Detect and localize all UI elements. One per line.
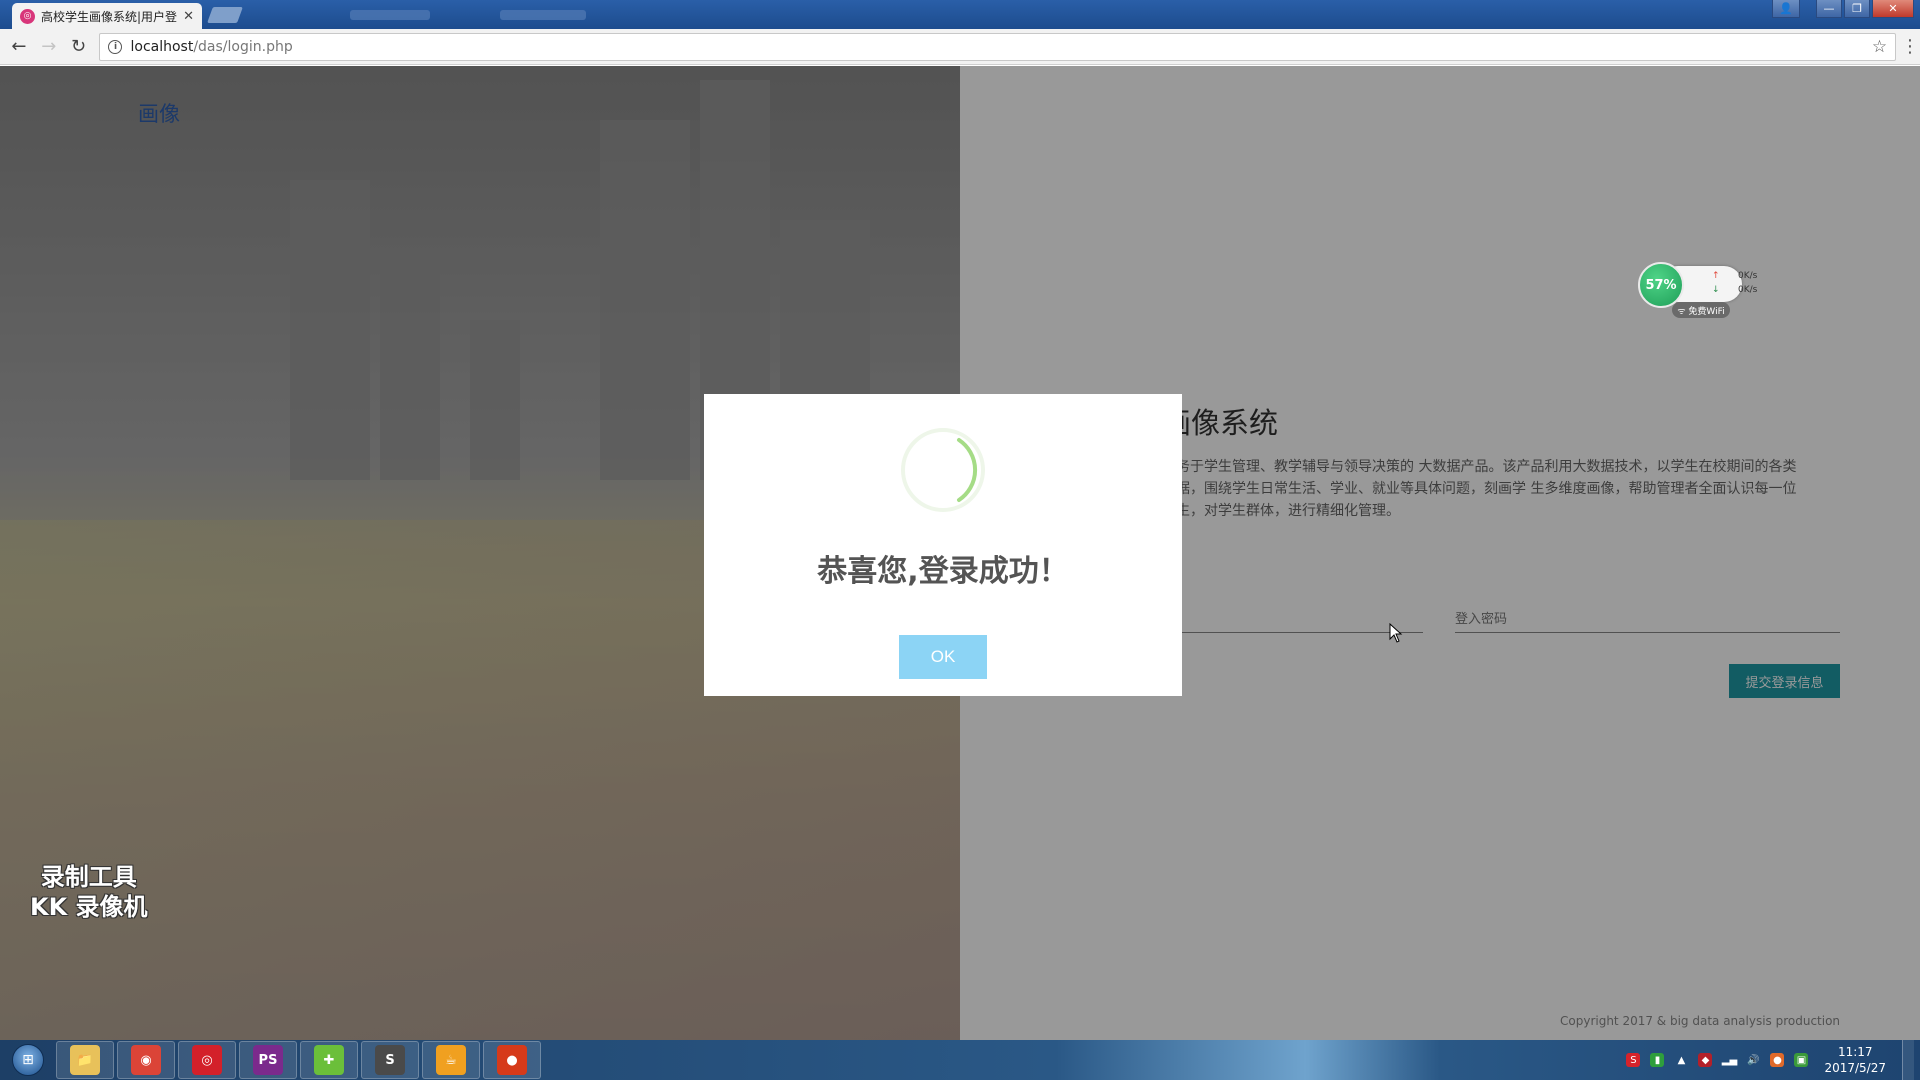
windows-taskbar: ⊞ 📁 ◉ ◎ PS ✚ S ☕ ● S ▮ ▲ ◆ ▂▄ 🔊 ● ▣ 11:17 2017/… bbox=[0, 1040, 1920, 1080]
ok-button[interactable]: OK bbox=[899, 635, 987, 679]
watermark-line-1: 录制工具 bbox=[40, 863, 137, 891]
taskbar-app-file-explorer[interactable]: 📁 bbox=[56, 1041, 114, 1079]
success-dialog: 恭喜您,登录成功！ OK bbox=[704, 394, 1182, 696]
info-icon[interactable]: i bbox=[108, 39, 123, 54]
chrome-icon: ◉ bbox=[131, 1045, 161, 1075]
taskbar-clock[interactable]: 11:17 2017/5/27 bbox=[1824, 1044, 1886, 1076]
bookmark-star-icon[interactable]: ☆ bbox=[1872, 37, 1887, 57]
sogou-input-icon[interactable]: S bbox=[1626, 1053, 1641, 1067]
start-button[interactable]: ⊞ bbox=[6, 1040, 50, 1080]
network-signal-icon[interactable]: ▂▄ bbox=[1722, 1053, 1737, 1067]
tray-expand-icon[interactable]: ▲ bbox=[1674, 1053, 1688, 1067]
new-tab-button[interactable] bbox=[207, 7, 243, 23]
browser-menu-icon[interactable]: ⋮ bbox=[1900, 36, 1920, 57]
recorder-icon: ● bbox=[497, 1045, 527, 1075]
netease-music-icon: ◎ bbox=[192, 1045, 222, 1075]
tab-title: 高校学生画像系统|用户登录 bbox=[41, 9, 178, 24]
taskbar-app-chrome[interactable]: ◉ bbox=[117, 1041, 175, 1079]
sublime-text-icon: S bbox=[375, 1045, 405, 1075]
wifi-label: 免费WiFi bbox=[1688, 306, 1725, 317]
file-explorer-icon: 📁 bbox=[70, 1045, 100, 1075]
clock-date: 2017/5/27 bbox=[1824, 1061, 1886, 1075]
success-ring-track bbox=[901, 428, 985, 512]
taskbar-app-netease-music[interactable]: ◎ bbox=[178, 1041, 236, 1079]
monitor-tray-icon[interactable]: ▣ bbox=[1794, 1053, 1809, 1067]
java-icon: ☕ bbox=[436, 1045, 466, 1075]
address-bar[interactable]: i localhost/das/login.php ☆ bbox=[99, 32, 1897, 61]
phpstorm-icon: PS bbox=[253, 1045, 283, 1075]
system-tray: S ▮ ▲ ◆ ▂▄ 🔊 ● ▣ 11:17 2017/5/27 bbox=[1626, 1040, 1920, 1080]
browser-toolbar: ← → ↻ i localhost/das/login.php ☆ ⋮ bbox=[0, 29, 1920, 65]
window-controls: 👤 — ❐ ✕ bbox=[1772, 0, 1914, 18]
battery-icon[interactable]: ▮ bbox=[1650, 1053, 1665, 1067]
das-logo-icon: ◎ bbox=[20, 8, 35, 24]
watermark-line-2: KK 录像机 bbox=[30, 893, 148, 921]
tab-close-icon[interactable]: ✕ bbox=[183, 9, 194, 24]
windows-logo-icon: ⊞ bbox=[12, 1044, 44, 1076]
taskbar-app-java[interactable]: ☕ bbox=[422, 1041, 480, 1079]
profile-icon[interactable]: 👤 bbox=[1772, 0, 1800, 18]
browser-tab[interactable]: ◎ 高校学生画像系统|用户登录 ✕ bbox=[12, 3, 202, 29]
mouse-cursor-icon bbox=[1389, 623, 1403, 643]
success-check-icon bbox=[901, 428, 985, 512]
network-speed-widget[interactable]: ↑ 0K/s ↓ 0K/s 57% ᯤ 免费WiFi bbox=[1638, 262, 1757, 320]
back-arrow-icon[interactable]: ← bbox=[6, 34, 32, 60]
memory-percent: 57% bbox=[1638, 262, 1684, 308]
blurred-tab-text bbox=[350, 10, 430, 20]
close-window-button[interactable]: ✕ bbox=[1872, 0, 1914, 18]
browser-titlebar: ◎ 高校学生画像系统|用户登录 ✕ 👤 — ❐ ✕ bbox=[0, 0, 1920, 29]
minimize-button[interactable]: — bbox=[1816, 0, 1842, 18]
reload-icon[interactable]: ↻ bbox=[66, 34, 92, 60]
recorder-watermark: 录制工具 KK 录像机 bbox=[30, 862, 148, 922]
free-wifi-tag[interactable]: ᯤ 免费WiFi bbox=[1672, 302, 1730, 318]
blurred-tab-text bbox=[500, 10, 586, 20]
success-ring-arc bbox=[957, 438, 978, 502]
user-tray-icon[interactable]: ● bbox=[1770, 1053, 1785, 1067]
clock-time: 11:17 bbox=[1837, 1045, 1873, 1059]
upload-arrow-icon: ↑ bbox=[1712, 271, 1720, 281]
url-text: localhost/das/login.php bbox=[130, 39, 292, 55]
url-host: localhost bbox=[130, 38, 194, 55]
upload-speed: 0K/s bbox=[1738, 271, 1758, 281]
forward-arrow-icon[interactable]: → bbox=[36, 34, 62, 60]
pinned-apps: 📁 ◉ ◎ PS ✚ S ☕ ● bbox=[56, 1041, 544, 1079]
taskbar-app-green-app[interactable]: ✚ bbox=[300, 1041, 358, 1079]
download-speed: 0K/s bbox=[1738, 285, 1758, 295]
wifi-icon: ᯤ bbox=[1677, 306, 1686, 317]
download-arrow-icon: ↓ bbox=[1712, 285, 1720, 295]
taskbar-app-phpstorm[interactable]: PS bbox=[239, 1041, 297, 1079]
taskbar-app-sublime-text[interactable]: S bbox=[361, 1041, 419, 1079]
dialog-title: 恭喜您,登录成功！ bbox=[817, 554, 1069, 589]
maximize-button[interactable]: ❐ bbox=[1844, 0, 1870, 18]
security-icon[interactable]: ◆ bbox=[1698, 1053, 1713, 1067]
show-desktop-button[interactable] bbox=[1902, 1040, 1914, 1080]
volume-icon[interactable]: 🔊 bbox=[1746, 1053, 1760, 1067]
taskbar-app-recorder[interactable]: ● bbox=[483, 1041, 541, 1079]
url-path: /das/login.php bbox=[193, 38, 293, 55]
green-app-icon: ✚ bbox=[314, 1045, 344, 1075]
